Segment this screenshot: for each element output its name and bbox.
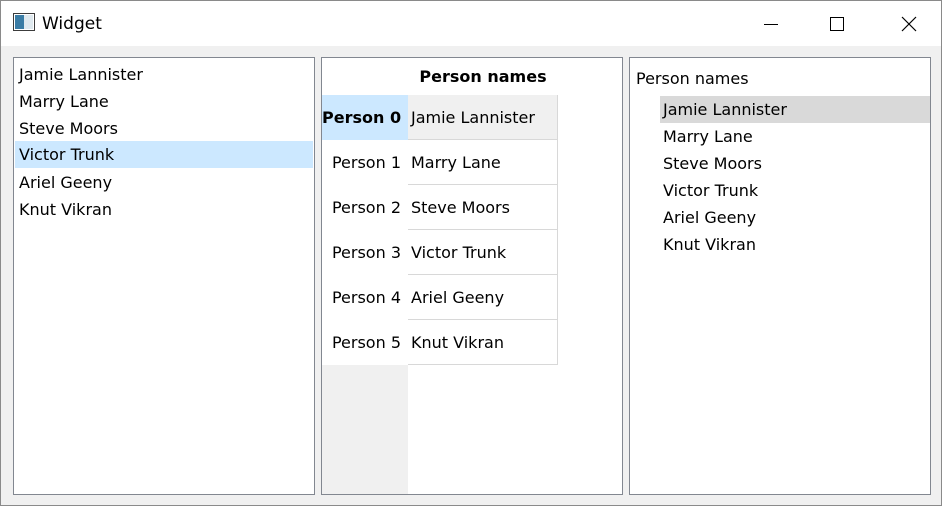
row-header[interactable]: Person 1	[322, 140, 408, 185]
table-cell[interactable]: Jamie Lannister	[408, 95, 558, 140]
row-header[interactable]: Person 4	[322, 275, 408, 320]
row-header[interactable]: Person 2	[322, 185, 408, 230]
tree-item[interactable]: Steve Moors	[660, 150, 930, 177]
maximize-button[interactable]	[803, 1, 869, 46]
tree-item[interactable]: Jamie Lannister	[660, 96, 930, 123]
table-cell[interactable]: Ariel Geeny	[408, 275, 558, 320]
table-cell[interactable]: Knut Vikran	[408, 320, 558, 365]
tree-item[interactable]: Victor Trunk	[660, 177, 930, 204]
table-corner-button[interactable]	[322, 58, 408, 95]
person-tree-view[interactable]: Person names Jamie Lannister Marry Lane …	[629, 57, 931, 495]
row-header[interactable]: Person 0	[322, 95, 408, 140]
tree-header-person-names[interactable]: Person names	[636, 68, 749, 90]
row-header[interactable]: Person 5	[322, 320, 408, 365]
tree-item[interactable]: Marry Lane	[660, 123, 930, 150]
maximize-icon	[830, 17, 844, 31]
list-item[interactable]: Steve Moors	[15, 115, 313, 142]
person-list-view[interactable]: Jamie Lannister Marry Lane Steve Moors V…	[13, 57, 315, 495]
row-header[interactable]: Person 3	[322, 230, 408, 275]
column-header-person-names[interactable]: Person names	[408, 58, 558, 95]
list-item[interactable]: Victor Trunk	[15, 141, 313, 168]
table-cell[interactable]: Steve Moors	[408, 185, 558, 230]
list-item[interactable]: Jamie Lannister	[15, 61, 313, 88]
list-item[interactable]: Knut Vikran	[15, 196, 313, 223]
window-app-icon	[13, 13, 35, 31]
table-cell[interactable]: Victor Trunk	[408, 230, 558, 275]
close-button[interactable]	[875, 1, 941, 46]
close-icon	[901, 16, 917, 32]
minimize-icon	[764, 24, 778, 25]
person-table-view[interactable]: Person names Person 0 Person 1 Person 2 …	[321, 57, 623, 495]
list-item[interactable]: Ariel Geeny	[15, 169, 313, 196]
tree-item[interactable]: Knut Vikran	[660, 231, 930, 258]
table-cell[interactable]: Marry Lane	[408, 140, 558, 185]
title-bar[interactable]: Widget	[1, 1, 941, 46]
widget-window: Widget Jamie Lannister Marry Lane Steve …	[0, 0, 942, 506]
list-item[interactable]: Marry Lane	[15, 88, 313, 115]
window-title: Widget	[42, 14, 102, 34]
minimize-button[interactable]	[737, 1, 803, 46]
tree-item[interactable]: Ariel Geeny	[660, 204, 930, 231]
